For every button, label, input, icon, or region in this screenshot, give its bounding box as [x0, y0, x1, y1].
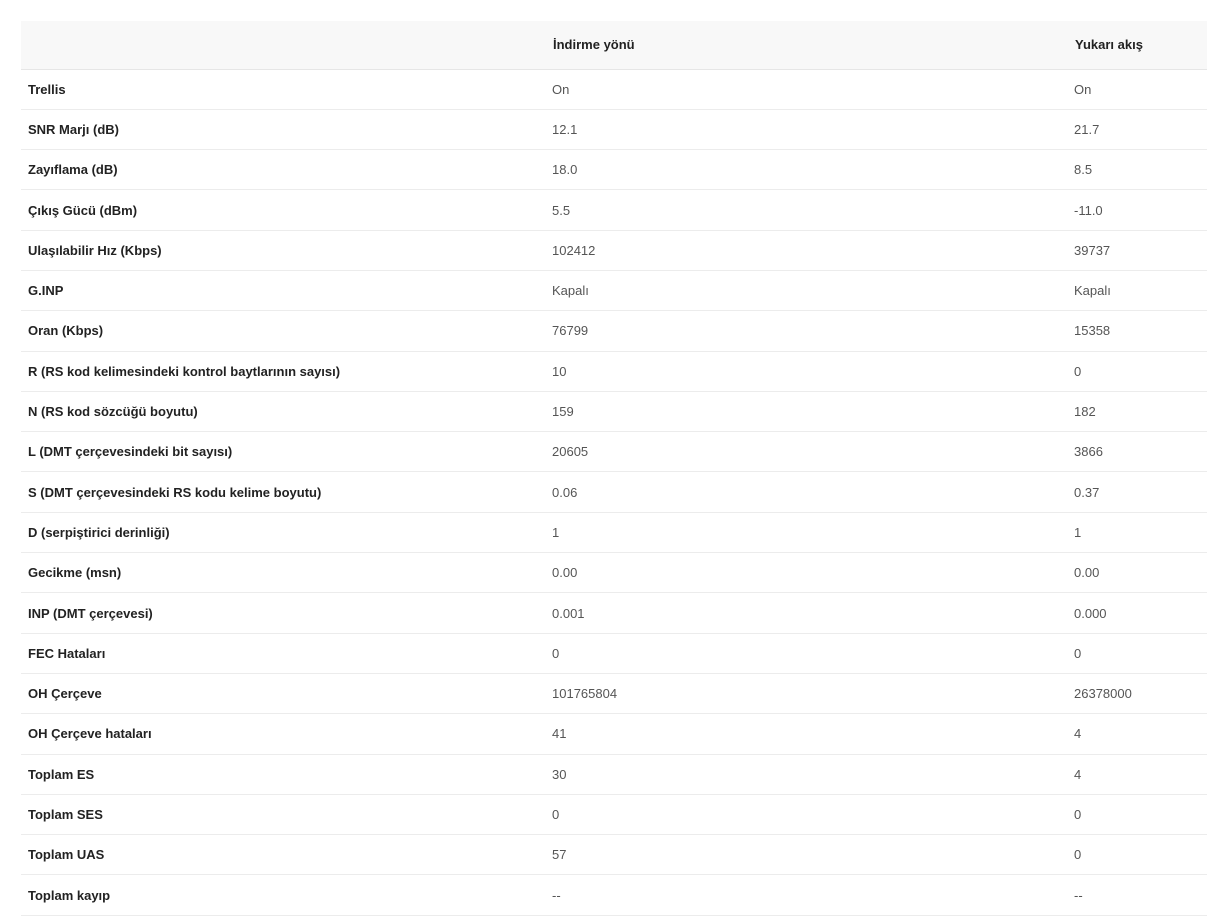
- downstream-value: 20605: [544, 431, 1067, 473]
- table-row: Toplam ES 30 4: [21, 754, 1207, 795]
- row-label: Toplam kayıp: [21, 874, 544, 916]
- table-body: Trellis On On SNR Marjı (dB) 12.1 21.7 Zayıfla…: [21, 69, 1207, 916]
- row-label: Oran (Kbps): [21, 310, 544, 352]
- table-row: Toplam UAS 57 0: [21, 834, 1207, 876]
- row-label: Ulaşılabilir Hız (Kbps): [21, 230, 544, 271]
- table-row: OH Çerçeve 101765804 26378000: [21, 673, 1207, 715]
- upstream-value: 39737: [1067, 230, 1207, 271]
- row-label: Toplam UAS: [21, 834, 544, 876]
- upstream-value: 4: [1067, 754, 1207, 795]
- table-row: Gecikme (msn) 0.00 0.00: [21, 552, 1207, 594]
- upstream-value: On: [1067, 69, 1207, 110]
- upstream-value: 0.00: [1067, 552, 1207, 594]
- row-label: Toplam SES: [21, 794, 544, 836]
- upstream-value: 21.7: [1067, 109, 1207, 151]
- downstream-value: 0.06: [544, 471, 1067, 513]
- downstream-value: 41: [544, 713, 1067, 755]
- table-row: Ulaşılabilir Hız (Kbps) 102412 39737: [21, 230, 1207, 271]
- table-row: Trellis On On: [21, 69, 1207, 110]
- table-row: R (RS kod kelimesindeki kontrol baytları…: [21, 351, 1207, 392]
- header-row: İndirme yönü Yukarı akış: [21, 21, 1207, 70]
- row-label: FEC Hataları: [21, 633, 544, 674]
- downstream-value: 18.0: [544, 149, 1067, 191]
- table-row: FEC Hataları 0 0: [21, 633, 1207, 674]
- downstream-value: 57: [544, 834, 1067, 876]
- dsl-statistics-table: İndirme yönü Yukarı akış Trellis On On SNR …: [21, 21, 1207, 916]
- table-row: S (DMT çerçevesindeki RS kodu kelime boy…: [21, 471, 1207, 513]
- row-label: Zayıflama (dB): [21, 149, 544, 191]
- row-label: D (serpiştirici derinliği): [21, 512, 544, 554]
- downstream-value: Kapalı: [544, 270, 1067, 312]
- downstream-value: 30: [544, 754, 1067, 795]
- row-label: INP (DMT çerçevesi): [21, 592, 544, 634]
- table-row: Zayıflama (dB) 18.0 8.5: [21, 149, 1207, 191]
- downstream-value: 5.5: [544, 189, 1067, 231]
- header-downstream: İndirme yönü: [544, 21, 1067, 70]
- dsl-statistics-panel: İndirme yönü Yukarı akış Trellis On On SNR …: [21, 21, 1207, 916]
- downstream-value: 0: [544, 633, 1067, 674]
- table-row: Oran (Kbps) 76799 15358: [21, 310, 1207, 352]
- upstream-value: 0.000: [1067, 592, 1207, 634]
- downstream-value: 12.1: [544, 109, 1067, 151]
- upstream-value: 0: [1067, 834, 1207, 876]
- row-label: OH Çerçeve hataları: [21, 713, 544, 755]
- upstream-value: 1: [1067, 512, 1207, 554]
- table-row: INP (DMT çerçevesi) 0.001 0.000: [21, 592, 1207, 634]
- downstream-value: 159: [544, 391, 1067, 433]
- upstream-value: --: [1067, 874, 1207, 916]
- row-label: Çıkış Gücü (dBm): [21, 189, 544, 231]
- upstream-value: 0: [1067, 351, 1207, 392]
- row-label: S (DMT çerçevesindeki RS kodu kelime boy…: [21, 471, 544, 513]
- table-row: D (serpiştirici derinliği) 1 1: [21, 512, 1207, 554]
- upstream-value: -11.0: [1067, 189, 1207, 231]
- downstream-value: 0.001: [544, 592, 1067, 634]
- table-row: Toplam SES 0 0: [21, 794, 1207, 836]
- downstream-value: 101765804: [544, 673, 1067, 715]
- row-label: OH Çerçeve: [21, 673, 544, 715]
- downstream-value: 10: [544, 351, 1067, 392]
- downstream-value: On: [544, 69, 1067, 110]
- row-label: SNR Marjı (dB): [21, 109, 544, 151]
- row-label: Gecikme (msn): [21, 552, 544, 594]
- upstream-value: 0: [1067, 633, 1207, 674]
- upstream-value: 0.37: [1067, 471, 1207, 513]
- upstream-value: Kapalı: [1067, 270, 1207, 312]
- downstream-value: 76799: [544, 310, 1067, 352]
- table-row: OH Çerçeve hataları 41 4: [21, 713, 1207, 755]
- upstream-value: 0: [1067, 794, 1207, 836]
- downstream-value: 0: [544, 794, 1067, 836]
- table-row: SNR Marjı (dB) 12.1 21.7: [21, 109, 1207, 151]
- downstream-value: 1: [544, 512, 1067, 554]
- upstream-value: 15358: [1067, 310, 1207, 352]
- row-label: R (RS kod kelimesindeki kontrol baytları…: [21, 351, 544, 392]
- downstream-value: 0.00: [544, 552, 1067, 594]
- header-parameter: [21, 21, 544, 70]
- table-row: N (RS kod sözcüğü boyutu) 159 182: [21, 391, 1207, 433]
- downstream-value: --: [544, 874, 1067, 916]
- row-label: Toplam ES: [21, 754, 544, 795]
- upstream-value: 182: [1067, 391, 1207, 433]
- upstream-value: 26378000: [1067, 673, 1207, 715]
- table-row: Toplam kayıp -- --: [21, 874, 1207, 916]
- table-row: L (DMT çerçevesindeki bit sayısı) 20605 38…: [21, 431, 1207, 473]
- upstream-value: 4: [1067, 713, 1207, 755]
- table-row: Çıkış Gücü (dBm) 5.5 -11.0: [21, 189, 1207, 231]
- table-row: G.INP Kapalı Kapalı: [21, 270, 1207, 312]
- row-label: Trellis: [21, 69, 544, 110]
- downstream-value: 102412: [544, 230, 1067, 271]
- row-label: G.INP: [21, 270, 544, 312]
- row-label: L (DMT çerçevesindeki bit sayısı): [21, 431, 544, 473]
- table-header: İndirme yönü Yukarı akış: [21, 21, 1207, 70]
- row-label: N (RS kod sözcüğü boyutu): [21, 391, 544, 433]
- header-upstream: Yukarı akış: [1067, 21, 1207, 70]
- upstream-value: 8.5: [1067, 149, 1207, 191]
- upstream-value: 3866: [1067, 431, 1207, 473]
